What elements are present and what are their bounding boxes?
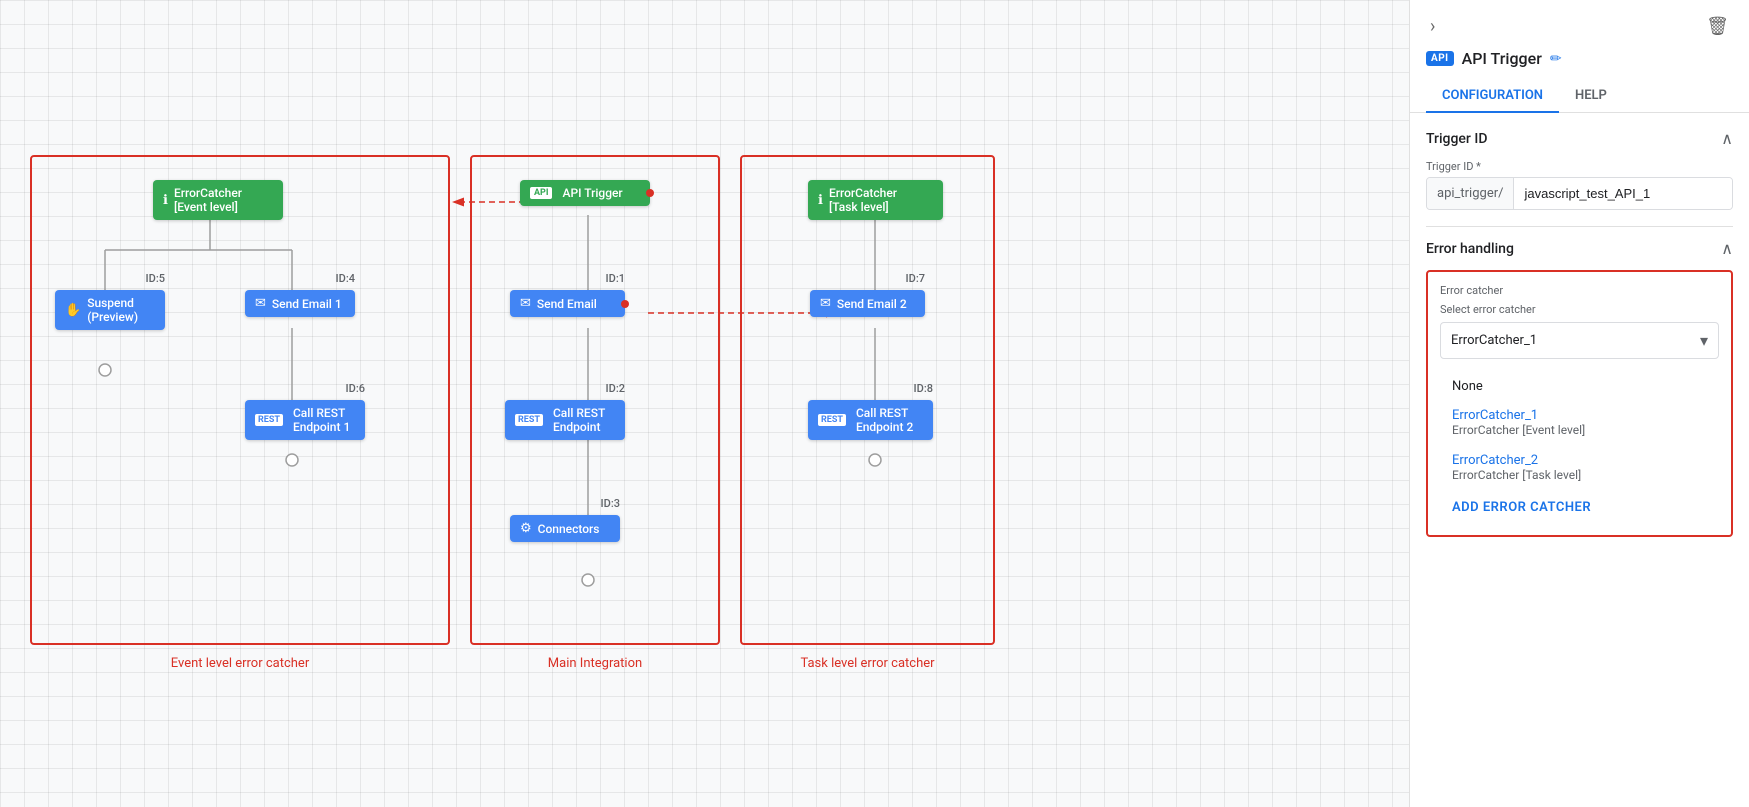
node-id-connectors: ID:3: [601, 497, 620, 510]
errorcatcher2-name: ErrorCatcher_2: [1452, 453, 1707, 468]
error-catcher-box: Error catcher Select error catcher Error…: [1426, 270, 1733, 537]
node-label: Connectors: [538, 522, 600, 536]
node-send-email-1[interactable]: ✉ Send Email 1 ID:4: [245, 290, 355, 317]
node-id-suspend: ID:5: [146, 272, 165, 285]
node-rest-2[interactable]: REST Call RESTEndpoint 2 ID:8: [808, 400, 933, 440]
tab-help[interactable]: HELP: [1559, 80, 1623, 113]
trigger-id-collapse-icon[interactable]: ∧: [1721, 129, 1733, 148]
trigger-id-label: Trigger ID *: [1426, 160, 1733, 173]
node-label: Call RESTEndpoint: [553, 406, 605, 434]
panel-title-text: API Trigger: [1462, 49, 1542, 68]
node-send-email-main[interactable]: ✉ Send Email ID:1: [510, 290, 625, 317]
node-rest-main[interactable]: REST Call RESTEndpoint ID:2: [505, 400, 625, 440]
canvas: Event level error catcher Main Integrati…: [0, 0, 1409, 807]
task-error-icon: ℹ: [818, 193, 823, 208]
node-label: Call RESTEndpoint 1: [293, 406, 350, 434]
rest-icon: REST: [255, 414, 283, 426]
node-suspend[interactable]: ✋ Suspend(Preview) ID:5: [55, 290, 165, 330]
add-error-catcher-button[interactable]: ADD ERROR CATCHER: [1440, 492, 1719, 523]
api-trigger-dot: [646, 189, 654, 197]
node-error-catcher-event[interactable]: ℹ ErrorCatcher[Event level]: [153, 180, 283, 220]
edit-title-icon[interactable]: ✏: [1550, 51, 1562, 67]
email-icon: ✉: [255, 296, 266, 311]
node-label: Call RESTEndpoint 2: [856, 406, 913, 434]
errorcatcher1-desc: ErrorCatcher [Event level]: [1452, 423, 1707, 437]
event-level-box: Event level error catcher: [30, 155, 450, 645]
trigger-id-prefix: api_trigger/: [1427, 178, 1514, 209]
selected-error-catcher: ErrorCatcher_1: [1451, 333, 1537, 348]
trigger-id-input[interactable]: [1514, 178, 1732, 209]
error-catcher-label: Error catcher: [1440, 284, 1719, 297]
node-id-rest-main: ID:2: [606, 382, 625, 395]
node-error-catcher-task[interactable]: ℹ ErrorCatcher[Task level]: [808, 180, 943, 220]
node-label: API Trigger: [562, 186, 622, 200]
api-title-badge: API: [1426, 51, 1454, 66]
email2-icon: ✉: [820, 296, 831, 311]
dropdown-menu: None ErrorCatcher_1 ErrorCatcher [Event …: [1440, 371, 1719, 523]
node-send-email-2[interactable]: ✉ Send Email 2 ID:7: [810, 290, 925, 317]
node-id-email2: ID:7: [906, 272, 925, 285]
panel-header: › 🗑: [1410, 0, 1749, 41]
panel-body: Trigger ID ∧ Trigger ID * api_trigger/ E…: [1410, 113, 1749, 807]
node-id-email-main: ID:1: [606, 272, 625, 285]
trigger-id-input-row: api_trigger/: [1426, 177, 1733, 210]
error-handling-section: Error handling ∧ Error catcher Select er…: [1426, 239, 1733, 537]
errorcatcher2-desc: ErrorCatcher [Task level]: [1452, 468, 1707, 482]
select-error-catcher-label: Select error catcher: [1440, 303, 1719, 316]
event-level-label: Event level error catcher: [171, 656, 309, 671]
dropdown-arrow-icon: ▾: [1700, 331, 1708, 350]
rest-main-icon: REST: [515, 414, 543, 426]
error-catcher-dropdown[interactable]: ErrorCatcher_1 ▾: [1440, 322, 1719, 359]
trigger-id-field: Trigger ID * api_trigger/: [1426, 160, 1733, 210]
node-label: Suspend(Preview): [87, 296, 138, 324]
errorcatcher1-name: ErrorCatcher_1: [1452, 408, 1707, 423]
rest2-icon: REST: [818, 414, 846, 426]
node-api-trigger[interactable]: API API Trigger: [520, 180, 650, 206]
node-label: ErrorCatcher[Event level]: [174, 186, 242, 214]
panel-title-row: API API Trigger ✏: [1410, 41, 1749, 80]
node-id-rest2: ID:8: [914, 382, 933, 395]
connectors-icon: ⚙: [520, 521, 532, 536]
node-label: Send Email 1: [272, 297, 342, 311]
error-handling-section-header: Error handling ∧: [1426, 239, 1733, 258]
error-icon: ℹ: [163, 193, 168, 208]
node-id-email1: ID:4: [336, 272, 355, 285]
panel-delete-button[interactable]: 🗑: [1702, 12, 1733, 41]
panel-tabs: CONFIGURATION HELP: [1410, 80, 1749, 113]
email-main-icon: ✉: [520, 296, 531, 311]
suspend-icon: ✋: [65, 303, 81, 318]
send-email-dot: [621, 300, 629, 308]
trigger-id-title: Trigger ID: [1426, 131, 1487, 147]
panel-collapse-button[interactable]: ›: [1426, 12, 1439, 41]
node-connectors[interactable]: ⚙ Connectors ID:3: [510, 515, 620, 542]
tab-configuration[interactable]: CONFIGURATION: [1426, 80, 1559, 113]
error-handling-collapse-icon[interactable]: ∧: [1721, 239, 1733, 258]
node-label: Send Email 2: [837, 297, 907, 311]
task-level-label: Task level error catcher: [800, 656, 934, 671]
node-label: Send Email: [537, 297, 597, 311]
right-panel: › 🗑 API API Trigger ✏ CONFIGURATION HELP…: [1409, 0, 1749, 807]
section-divider: [1426, 226, 1733, 227]
api-node-badge: API: [530, 187, 552, 199]
dropdown-item-none[interactable]: None: [1440, 371, 1719, 402]
node-id-rest1: ID:6: [346, 382, 365, 395]
node-rest-1[interactable]: REST Call RESTEndpoint 1 ID:6: [245, 400, 365, 440]
trigger-id-section-header: Trigger ID ∧: [1426, 129, 1733, 148]
dropdown-item-errorcatcher1[interactable]: ErrorCatcher_1 ErrorCatcher [Event level…: [1440, 402, 1719, 447]
error-handling-title: Error handling: [1426, 241, 1514, 257]
dropdown-item-errorcatcher2[interactable]: ErrorCatcher_2 ErrorCatcher [Task level]: [1440, 447, 1719, 492]
node-label: ErrorCatcher[Task level]: [829, 186, 897, 214]
main-integration-label: Main Integration: [548, 656, 642, 671]
